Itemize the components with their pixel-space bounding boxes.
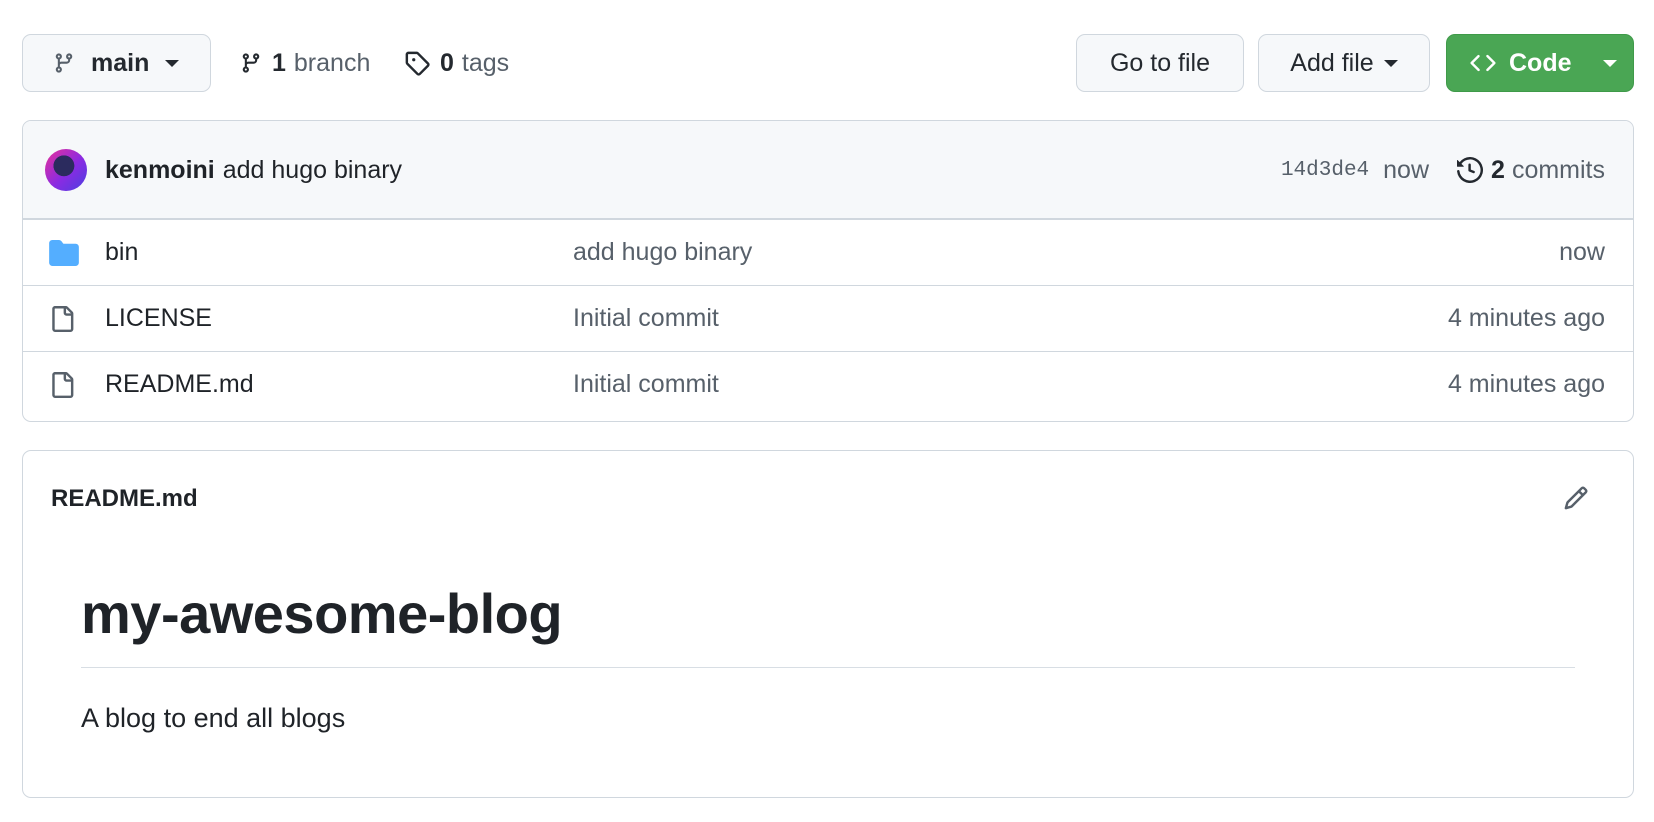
- commit-message-link[interactable]: add hugo binary: [223, 156, 402, 185]
- commit-details: 14d3de4 now 2 commits: [1281, 121, 1605, 219]
- code-button[interactable]: Code: [1446, 34, 1634, 92]
- file-row-bin: bin add hugo binary now: [23, 219, 1633, 285]
- history-icon: [1457, 157, 1484, 183]
- code-label: Code: [1509, 48, 1572, 77]
- file-name-link[interactable]: bin: [105, 238, 138, 267]
- file-name-link[interactable]: LICENSE: [105, 304, 212, 333]
- commit-sha-link[interactable]: 14d3de4: [1281, 159, 1369, 182]
- git-branch-icon: [55, 53, 73, 73]
- commits-history-link[interactable]: 2 commits: [1457, 156, 1605, 185]
- file-row-license: LICENSE Initial commit 4 minutes ago: [23, 285, 1633, 351]
- add-file-label: Add file: [1290, 48, 1374, 77]
- commit-count: 2: [1491, 155, 1505, 184]
- tag-label: tags: [461, 48, 510, 77]
- file-row-readme: README.md Initial commit 4 minutes ago: [23, 351, 1633, 417]
- file-name-link[interactable]: README.md: [105, 370, 254, 399]
- file-commit-time: now: [1559, 238, 1605, 266]
- chevron-down-icon: [165, 59, 180, 67]
- readme-panel: README.md my-awesome-blog A blog to end …: [22, 450, 1634, 798]
- tag-icon: [405, 51, 430, 76]
- avatar[interactable]: [45, 149, 87, 191]
- repo-toolbar: main 1 branch 0 tags Go to file Add file…: [22, 34, 1634, 92]
- commit-author-link[interactable]: kenmoini: [105, 156, 215, 185]
- readme-heading: my-awesome-blog: [81, 582, 563, 645]
- go-to-file-button[interactable]: Go to file: [1076, 34, 1244, 92]
- add-file-button[interactable]: Add file: [1258, 34, 1430, 92]
- pencil-icon[interactable]: [1563, 485, 1589, 511]
- branch-count: 1: [272, 48, 286, 77]
- file-commit-time: 4 minutes ago: [1447, 304, 1605, 332]
- file-icon: [52, 371, 74, 398]
- file-commit-message-link[interactable]: add hugo binary: [573, 238, 752, 267]
- branch-label: branch: [293, 48, 371, 77]
- chevron-down-icon: [1603, 59, 1617, 67]
- branch-selector-button[interactable]: main: [22, 34, 211, 92]
- tag-count: 0: [440, 48, 454, 77]
- file-commit-message-link[interactable]: Initial commit: [573, 370, 719, 399]
- commit-label: commits: [1511, 155, 1605, 184]
- latest-commit-message: kenmoini add hugo binary: [105, 121, 402, 219]
- readme-body: A blog to end all blogs: [81, 703, 346, 733]
- readme-divider: [81, 667, 1575, 668]
- branches-link[interactable]: 1 branch: [240, 34, 370, 92]
- code-icon: [1470, 54, 1496, 72]
- file-icon: [52, 305, 74, 332]
- file-commit-time: 4 minutes ago: [1447, 370, 1605, 398]
- folder-icon: [49, 239, 79, 266]
- branch-name: main: [91, 48, 150, 77]
- readme-filename: README.md: [51, 485, 198, 512]
- tags-link[interactable]: 0 tags: [404, 34, 509, 92]
- latest-commit-bar: kenmoini add hugo binary 14d3de4 now 2 c…: [23, 121, 1633, 219]
- file-browser: kenmoini add hugo binary 14d3de4 now 2 c…: [22, 120, 1634, 422]
- commit-time: now: [1383, 155, 1430, 184]
- chevron-down-icon: [1383, 59, 1398, 67]
- file-commit-message-link[interactable]: Initial commit: [573, 304, 719, 333]
- git-branch-icon: [242, 53, 260, 73]
